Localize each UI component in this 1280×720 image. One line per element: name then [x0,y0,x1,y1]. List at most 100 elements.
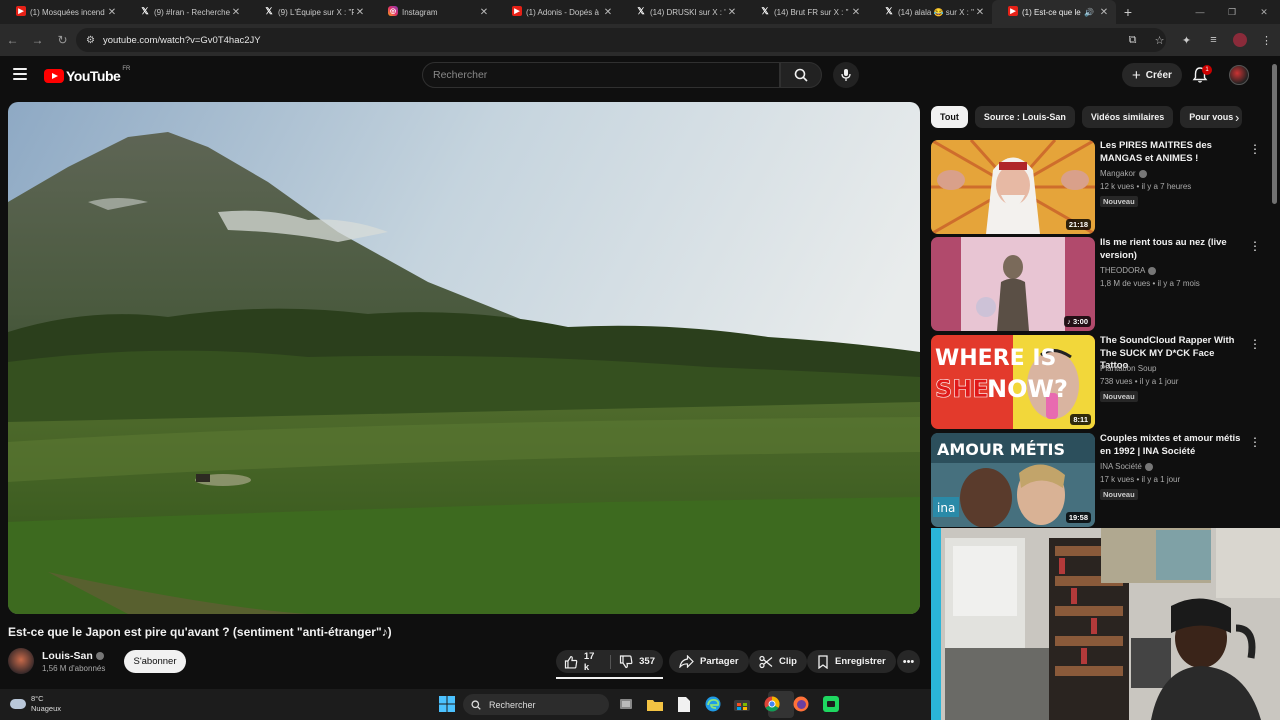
edge-browser-icon[interactable] [703,694,723,714]
more-vertical-icon[interactable]: ⋮ [1249,337,1261,351]
recommendation-item[interactable]: AMOUR MÉTIS ina 19:58 Couples mixtes et … [931,433,1266,527]
close-tab-icon[interactable]: ✕ [230,7,242,18]
close-tab-icon[interactable]: ✕ [850,7,862,18]
store-icon[interactable] [732,694,752,714]
window-controls: — ❐ ✕ [1184,0,1280,24]
search-icon [471,699,481,710]
search-input[interactable]: Rechercher [422,62,780,88]
close-tab-icon[interactable]: ✕ [106,7,118,18]
site-info-icon[interactable]: ⚙ [86,35,95,46]
browser-tab[interactable]: 𝕏 (14) DRUSKI sur X : "I ✕ [620,0,744,24]
reco-title[interactable]: Les PIRES MAITRES des MANGAS et ANIMES ! [1100,140,1245,165]
extensions-icon[interactable]: ✦ [1173,34,1200,47]
page-scrollbar[interactable] [1272,64,1277,204]
reco-channel[interactable]: INA Société [1100,462,1153,471]
browser-tab[interactable]: ▶ (1) Mosquées incend ✕ [0,0,124,24]
close-tab-icon[interactable]: ✕ [354,7,366,18]
file-explorer-icon[interactable] [645,694,665,714]
recommendation-item[interactable]: WHERE IS SHE NOW? 8:11 The SoundCloud Ra… [931,335,1266,429]
close-tab-icon[interactable]: ✕ [726,7,738,18]
video-thumbnail[interactable]: ♪ 3:00 [931,237,1095,331]
verified-icon [1138,169,1147,178]
hamburger-menu-icon[interactable] [13,68,27,80]
speaker-icon[interactable]: 🔊 [1084,8,1094,17]
weather-widget[interactable]: 8°C Nuageux [10,694,61,714]
x-icon: 𝕏 [637,5,645,16]
window-close-icon[interactable]: ✕ [1248,0,1280,24]
like-button[interactable]: 17 k [556,650,610,673]
browser-tab[interactable]: 𝕏 (9) #Iran - Recherche ✕ [124,0,248,24]
video-thumbnail[interactable]: 21:18 [931,140,1095,234]
document-icon[interactable] [674,694,694,714]
cast-icon[interactable]: ⧉ [1119,34,1146,47]
video-player[interactable] [8,102,920,614]
browser-tab[interactable]: ▶ (1) Adonis - Dopés à ✕ [496,0,620,24]
voice-search-button[interactable] [833,62,859,88]
thumb-text-where: WHERE IS [935,346,1056,371]
account-avatar[interactable] [1229,65,1249,85]
close-tab-icon[interactable]: ✕ [974,7,986,18]
streaming-app-icon[interactable] [821,694,841,714]
browser-tab[interactable]: 𝕏 (14) Brut FR sur X : " ✕ [744,0,868,24]
media-icon[interactable]: ≡ [1200,34,1227,46]
chip-source[interactable]: Source : Louis-San [974,106,1075,128]
close-tab-icon[interactable]: ✕ [478,7,490,18]
browser-tab[interactable]: ◎ Instagram ✕ [372,0,496,24]
maximize-icon[interactable]: ❐ [1216,0,1248,24]
share-button[interactable]: Partager [669,650,749,673]
more-vertical-icon[interactable]: ⋮ [1249,435,1261,449]
bookmark-star-icon[interactable]: ☆ [1146,34,1173,47]
chip-for-you[interactable]: Pour vous [1180,106,1243,128]
firefox-icon[interactable] [791,694,811,714]
chevron-right-icon[interactable]: › [1235,110,1239,125]
reco-channel[interactable]: Mangakor [1100,169,1147,178]
browser-tab[interactable]: 𝕏 (9) L'Équipe sur X : "P ✕ [248,0,372,24]
channel-name[interactable]: Louis-San [42,650,104,662]
video-frame [8,102,920,614]
browser-tab-active[interactable]: ▶ (1) Est-ce que le 🔊 ✕ [992,0,1116,24]
more-vertical-icon[interactable]: ⋮ [1249,239,1261,253]
menu-icon[interactable]: ⋮ [1253,34,1280,47]
youtube-logo[interactable]: YouTube FR [44,66,130,84]
chrome-icon[interactable] [762,694,782,714]
reco-title[interactable]: Ils me rient tous au nez (live version) [1100,237,1245,262]
back-icon[interactable]: ← [0,28,25,53]
dislike-button[interactable]: 357 [611,650,663,673]
subscriber-count: 1,56 M d'abonnés [42,664,106,673]
more-actions-button[interactable]: ••• [897,650,920,673]
reco-channel[interactable]: THEODORA [1100,266,1157,275]
subscribe-button[interactable]: S'abonner [124,650,186,673]
browser-tab[interactable]: 𝕏 (14) alala 😂 sur X : " ✕ [868,0,992,24]
video-thumbnail[interactable]: AMOUR MÉTIS ina 19:58 [931,433,1095,527]
verified-icon [1144,462,1153,471]
search-button[interactable] [780,62,822,88]
save-button[interactable]: Enregistrer [807,650,896,673]
channel-avatar[interactable] [8,648,34,674]
chip-all[interactable]: Tout [931,106,968,128]
thumb-text-amour: AMOUR MÉTIS [937,440,1065,459]
duration-badge: 8:11 [1070,414,1091,425]
video-thumbnail[interactable]: WHERE IS SHE NOW? 8:11 [931,335,1095,429]
reco-channel[interactable]: Plantation Soup [1100,364,1157,373]
reload-icon[interactable]: ↻ [50,28,75,53]
reco-title[interactable]: Couples mixtes et amour métis en 1992 | … [1100,433,1245,458]
recommendation-item[interactable]: 21:18 Les PIRES MAITRES des MANGAS et AN… [931,140,1266,234]
recommendation-item[interactable]: ♪ 3:00 Ils me rient tous au nez (live ve… [931,237,1266,331]
clip-button[interactable]: Clip [749,650,807,673]
minimize-icon[interactable]: — [1184,0,1216,24]
url-field[interactable]: ⚙ youtube.com/watch?v=Gv0T4hac2JY [76,28,1166,52]
windows-start-icon[interactable] [437,694,457,714]
forward-icon[interactable]: → [25,28,50,53]
chip-similar[interactable]: Vidéos similaires [1081,106,1174,128]
thumbs-down-icon [620,654,633,668]
create-button[interactable]: + Créer [1122,63,1182,87]
youtube-header: YouTube FR Rechercher + Créer 1 [0,56,1280,96]
taskbar-search[interactable]: Rechercher [463,694,609,715]
new-tab-button[interactable]: + [1116,0,1140,24]
youtube-play-icon [44,69,64,83]
profile-avatar[interactable] [1233,33,1247,47]
close-tab-icon[interactable]: ✕ [602,7,614,18]
more-vertical-icon[interactable]: ⋮ [1249,142,1261,156]
close-tab-icon[interactable]: ✕ [1098,7,1110,18]
task-view-icon[interactable] [616,694,636,714]
